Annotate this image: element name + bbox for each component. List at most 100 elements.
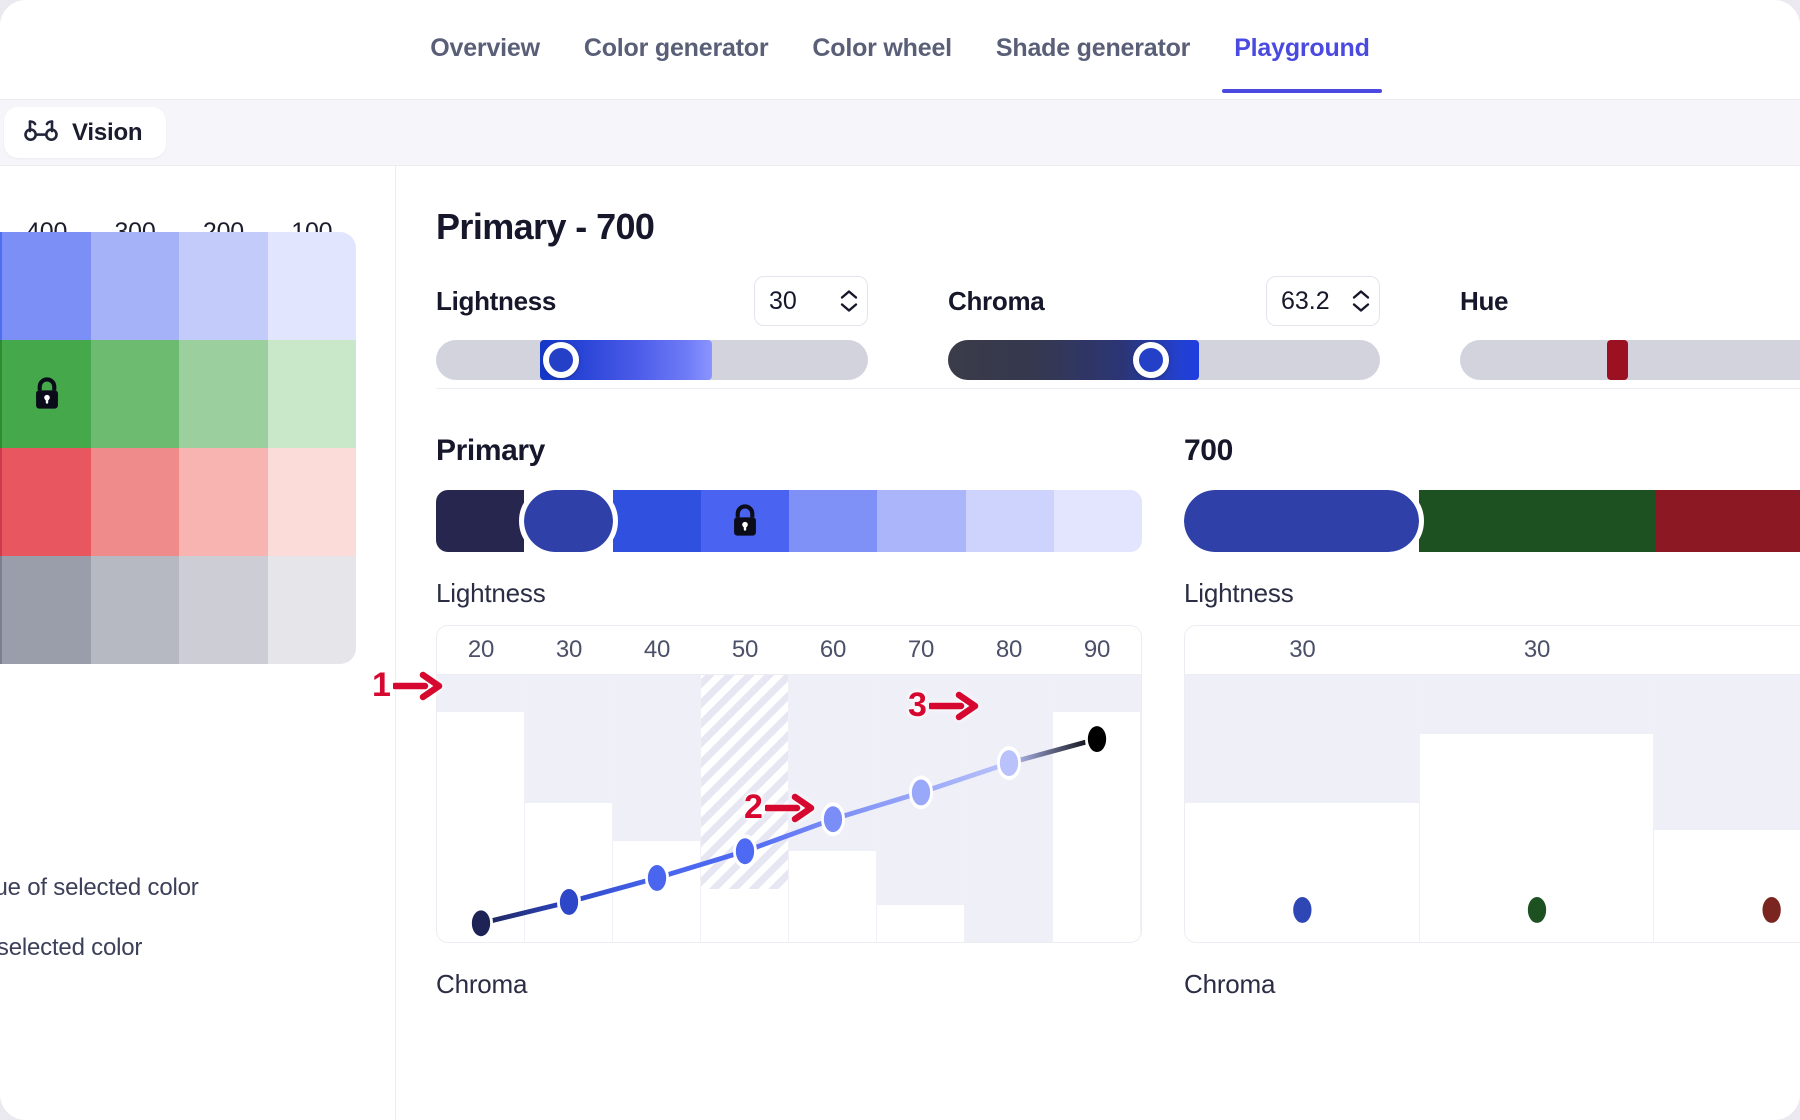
lightness-control-header: Lightness 30	[436, 276, 868, 326]
primary-panel-swatch-5[interactable]	[877, 490, 965, 552]
annotation-arrow-2: 2	[744, 788, 817, 827]
swatch-green-400[interactable]	[2, 340, 90, 448]
primary-lightness-chart-bar-7	[1053, 675, 1140, 712]
primary-lightness-chart-tick-2: 40	[613, 636, 701, 664]
swatch-gray-400[interactable]	[2, 556, 90, 664]
primary-lightness-chart-bar-1	[525, 675, 612, 803]
swatch-red-200[interactable]	[179, 448, 267, 556]
swatch-blue-200[interactable]	[179, 232, 267, 340]
shade-700-lightness-chart-bar-0	[1185, 675, 1419, 803]
shade-700-panel-swatch-2[interactable]	[1655, 490, 1800, 552]
lock-icon	[730, 504, 760, 538]
glasses-icon	[24, 118, 58, 147]
primary-lightness-chart: 2030405060708090	[436, 625, 1142, 943]
shade-700-strip[interactable]	[1184, 490, 1800, 552]
swatch-red-300[interactable]	[91, 448, 179, 556]
panels-row: Primary Lightness 2030405060708090 Chrom…	[436, 434, 1800, 1000]
shade-700-lightness-chart-col-0[interactable]	[1185, 675, 1420, 942]
tab-overview[interactable]: Overview	[408, 0, 562, 93]
swatch-gray-300[interactable]	[91, 556, 179, 664]
primary-panel-title: Primary	[436, 434, 1142, 468]
sidebar-text-chroma-hint: value of selected color	[0, 934, 142, 962]
swatch-green-300[interactable]	[91, 340, 179, 448]
hue-slider[interactable]	[1460, 340, 1800, 380]
hue-control-header: Hue	[1460, 276, 1800, 326]
primary-lightness-chart-tick-1: 30	[525, 636, 613, 664]
chroma-slider-knob[interactable]	[1133, 342, 1169, 378]
swatch-row-blue	[0, 232, 356, 340]
chroma-stepper[interactable]: 63.2	[1266, 276, 1380, 326]
hue-label: Hue	[1460, 286, 1508, 317]
primary-panel-swatch-4[interactable]	[789, 490, 877, 552]
primary-lightness-chart-bar-2	[613, 675, 700, 841]
lightness-label: Lightness	[436, 286, 556, 317]
tab-color-generator[interactable]: Color generator	[562, 0, 791, 93]
main-navigation: Overview Color generator Color wheel Sha…	[0, 0, 1800, 100]
primary-panel-swatch-7[interactable]	[1054, 490, 1142, 552]
chroma-spin-buttons[interactable]	[1352, 289, 1370, 313]
primary-panel-swatch-1[interactable]	[524, 490, 612, 552]
lightness-slider-knob[interactable]	[543, 342, 579, 378]
shade-700-lightness-label: Lightness	[1184, 578, 1800, 609]
shade-700-lightness-chart-col-2[interactable]	[1654, 675, 1800, 942]
primary-panel-swatch-2[interactable]	[613, 490, 701, 552]
swatch-red-100[interactable]	[268, 448, 356, 556]
lightness-control: Lightness 30	[436, 276, 868, 380]
swatch-row-red	[0, 448, 356, 556]
chroma-slider[interactable]	[948, 340, 1380, 380]
shade-700-panel-swatch-0[interactable]	[1184, 490, 1419, 552]
swatch-blue-400[interactable]	[2, 232, 90, 340]
primary-lightness-chart-bar-3	[701, 675, 788, 889]
tab-playground[interactable]: Playground	[1212, 0, 1392, 93]
primary-panel-swatch-3[interactable]	[701, 490, 789, 552]
primary-lightness-chart-col-1[interactable]	[525, 675, 613, 942]
annotation-2-label: 2	[744, 788, 763, 827]
app-window: Overview Color generator Color wheel Sha…	[0, 0, 1800, 1120]
vision-tab[interactable]: Vision	[4, 107, 166, 158]
hue-slider-fill	[1607, 340, 1629, 380]
swatch-red-400[interactable]	[2, 448, 90, 556]
lightness-spin-buttons[interactable]	[840, 289, 858, 313]
swatch-green-100[interactable]	[268, 340, 356, 448]
shade-700-lightness-chart-bar-2	[1654, 675, 1800, 830]
primary-lightness-chart-tick-7: 90	[1053, 636, 1141, 664]
primary-lightness-chart-col-0[interactable]	[437, 675, 525, 942]
swatch-blue-100[interactable]	[268, 232, 356, 340]
palette-sidebar: 500 400 300 200 100 ette ness value of s…	[0, 166, 396, 1120]
tab-shade-generator[interactable]: Shade generator	[974, 0, 1212, 93]
lock-icon	[32, 377, 62, 411]
chroma-value[interactable]: 63.2	[1281, 287, 1330, 316]
primary-panel-swatch-6[interactable]	[966, 490, 1054, 552]
main-content: Primary - 700 Lightness 30 Chroma63.2 Hue P…	[396, 166, 1800, 1120]
annotation-arrow-1: 1	[372, 666, 445, 705]
primary-panel: Primary Lightness 2030405060708090 Chrom…	[436, 434, 1142, 1000]
shade-700-panel-swatch-1[interactable]	[1419, 490, 1654, 552]
shade-700-chart-plot[interactable]	[1185, 674, 1800, 942]
primary-shade-strip[interactable]	[436, 490, 1142, 552]
primary-chart-axis: 2030405060708090	[437, 626, 1141, 674]
primary-lightness-chart-col-7[interactable]	[1053, 675, 1141, 942]
swatch-gray-100[interactable]	[268, 556, 356, 664]
shade-700-panel-title: 700	[1184, 434, 1800, 468]
tab-color-wheel[interactable]: Color wheel	[790, 0, 974, 93]
shade-700-lightness-chart-col-1[interactable]	[1420, 675, 1655, 942]
primary-panel-swatch-0[interactable]	[436, 490, 524, 552]
hue-control: Hue	[1460, 276, 1800, 380]
annotation-arrow-3: 3	[908, 686, 981, 725]
swatch-blue-300[interactable]	[91, 232, 179, 340]
swatch-green-200[interactable]	[179, 340, 267, 448]
lightness-stepper[interactable]: 30	[754, 276, 868, 326]
swatch-gray-200[interactable]	[179, 556, 267, 664]
page-title: Primary - 700	[436, 206, 654, 248]
shade-700-lightness-chart: 3030	[1184, 625, 1800, 943]
annotation-3-label: 3	[908, 686, 927, 725]
chroma-control-header: Chroma63.2	[948, 276, 1380, 326]
chevron-up-icon	[1352, 289, 1370, 300]
shade-700-chart-axis: 3030	[1185, 626, 1800, 674]
primary-lightness-label: Lightness	[436, 578, 1142, 609]
lightness-value[interactable]: 30	[769, 287, 797, 316]
primary-lightness-chart-tick-3: 50	[701, 636, 789, 664]
lightness-slider[interactable]	[436, 340, 868, 380]
primary-lightness-chart-col-2[interactable]	[613, 675, 701, 942]
primary-lightness-chart-tick-0: 20	[437, 636, 525, 664]
